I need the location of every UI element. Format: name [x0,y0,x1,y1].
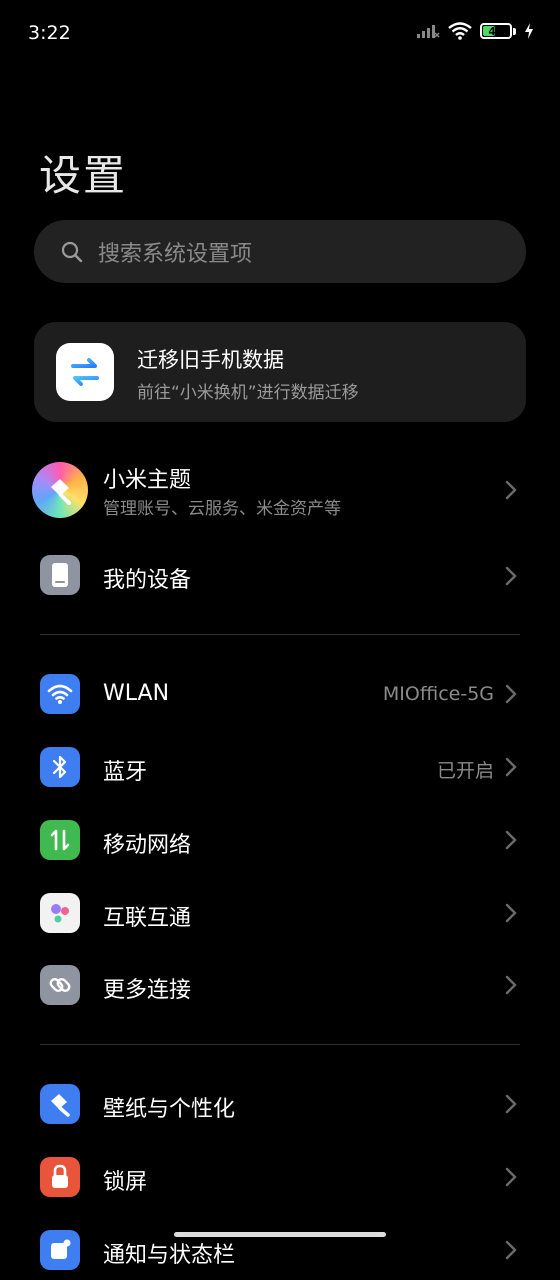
notification-icon [40,1230,80,1270]
chevron-right-icon [505,1167,517,1187]
notifications-row[interactable]: 通知与状态栏 [0,1220,560,1280]
account-subtitle: 管理账号、云服务、米金资产等 [103,499,341,519]
bluetooth-row[interactable]: 蓝牙 已开启 [0,737,560,797]
wifi-icon [448,22,472,40]
mobile-network-row[interactable]: 移动网络 [0,810,560,870]
home-indicator[interactable] [174,1232,386,1237]
chevron-right-icon [505,480,517,500]
cellular-signal-icon [417,25,440,38]
migrate-title: 迁移旧手机数据 [137,348,284,372]
account-label: 小米主题 [103,468,192,493]
interconnect-icon [40,893,80,933]
notifications-label: 通知与状态栏 [103,1243,236,1268]
divider [40,1044,520,1045]
interconnect-label: 互联互通 [103,906,192,931]
status-icons: 47 [416,22,534,40]
more-connections-label: 更多连接 [103,978,192,1003]
chevron-right-icon [505,975,517,995]
mobile-network-label: 移动网络 [103,833,192,858]
link-icon [40,965,80,1005]
wallpaper-label: 壁纸与个性化 [103,1097,236,1122]
chevron-right-icon [505,566,517,586]
charging-icon [525,23,533,39]
account-avatar [32,462,88,518]
wlan-label: WLAN [103,681,170,706]
device-row[interactable]: 我的设备 [0,546,560,606]
bluetooth-icon [40,747,80,787]
chevron-right-icon [505,1240,517,1260]
search-placeholder: 搜索系统设置项 [98,241,253,267]
account-row[interactable]: 小米主题 管理账号、云服务、米金资产等 [0,462,560,524]
interconnect-row[interactable]: 互联互通 [0,883,560,943]
divider [40,634,520,635]
bluetooth-value: 已开启 [436,760,494,782]
battery-icon: 47 [480,23,512,39]
transfer-icon [56,343,114,401]
search-icon [61,241,83,262]
chevron-right-icon [505,1094,517,1114]
chevron-right-icon [505,903,517,923]
lock-screen-row[interactable]: 锁屏 [0,1147,560,1207]
wlan-row[interactable]: WLAN MIOffice-5G [0,664,560,724]
migrate-subtitle: 前往“小米换机”进行数据迁移 [137,383,359,403]
paintbrush-icon [40,1084,80,1124]
battery-indicator: 47 [480,23,516,39]
chevron-right-icon [505,830,517,850]
wallpaper-row[interactable]: 壁纸与个性化 [0,1074,560,1134]
bluetooth-label: 蓝牙 [103,760,148,785]
battery-level: 47 [488,24,504,38]
status-bar: 3:22 47 [0,0,560,66]
chevron-right-icon [505,684,517,704]
more-connections-row[interactable]: 更多连接 [0,955,560,1015]
mobile-data-icon [40,820,80,860]
wlan-value: MIOffice-5G [382,683,494,705]
lock-screen-label: 锁屏 [103,1170,148,1195]
search-input[interactable]: 搜索系统设置项 [34,220,526,283]
wifi-icon [40,674,80,714]
device-icon [40,555,80,595]
status-time: 3:22 [28,22,71,44]
device-label: 我的设备 [103,568,192,593]
chevron-right-icon [505,757,517,777]
lock-icon [40,1157,80,1197]
page-title: 设置 [39,151,128,200]
migrate-data-card[interactable]: 迁移旧手机数据 前往“小米换机”进行数据迁移 [34,322,526,422]
